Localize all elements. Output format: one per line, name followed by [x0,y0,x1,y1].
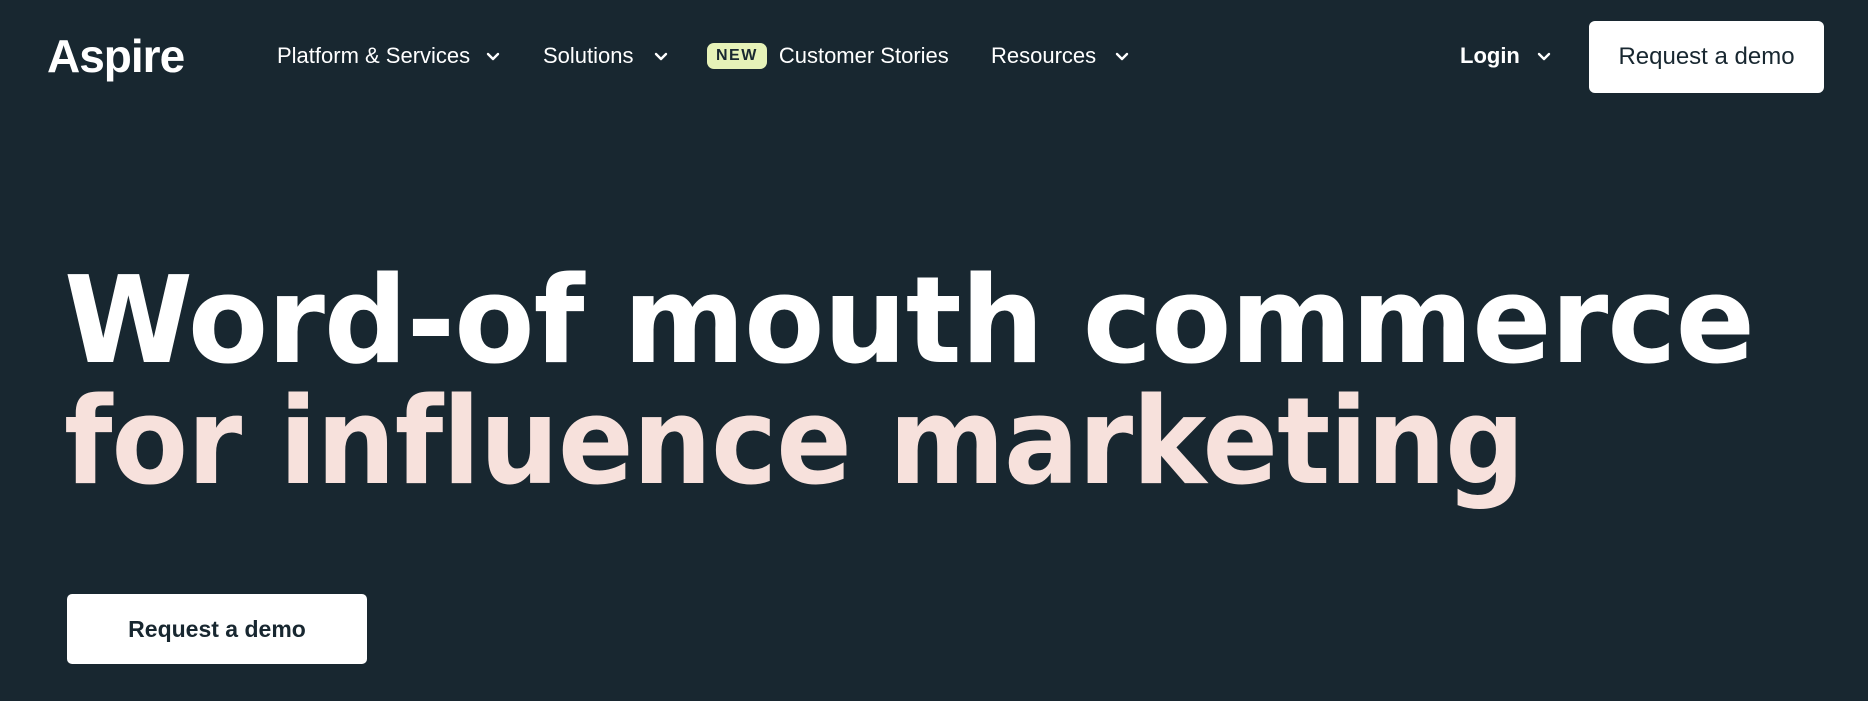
request-demo-button[interactable]: Request a demo [1589,21,1824,93]
chevron-down-icon [1113,47,1131,65]
logo-wordmark: Aspire [47,30,185,82]
hero-request-demo-button[interactable]: Request a demo [67,594,367,664]
nav-platform-services[interactable]: Platform & Services [277,36,502,76]
headline-line-2: for influence marketing [64,373,1525,512]
new-badge: NEW [707,43,767,69]
chevron-down-icon [1535,47,1553,65]
nav-customer-stories-label: Customer Stories [778,43,949,68]
nav-customer-stories[interactable]: NEW Customer Stories [707,36,949,76]
top-navigation: Aspire Platform & Services Solutions NEW… [0,0,1868,115]
chevron-down-icon [484,47,502,65]
nav-solutions[interactable]: Solutions [543,36,670,76]
login-menu[interactable]: Login [1460,36,1553,76]
headline-line-1: Word-of mouth commerce [64,252,1755,391]
nav-platform-services-label: Platform & Services [277,43,471,68]
nav-solutions-label: Solutions [543,43,634,68]
nav-resources[interactable]: Resources [991,36,1131,76]
aspire-logo[interactable]: Aspire [47,28,185,84]
chevron-down-icon [652,47,670,65]
login-label: Login [1460,43,1520,68]
nav-resources-label: Resources [991,43,1097,68]
